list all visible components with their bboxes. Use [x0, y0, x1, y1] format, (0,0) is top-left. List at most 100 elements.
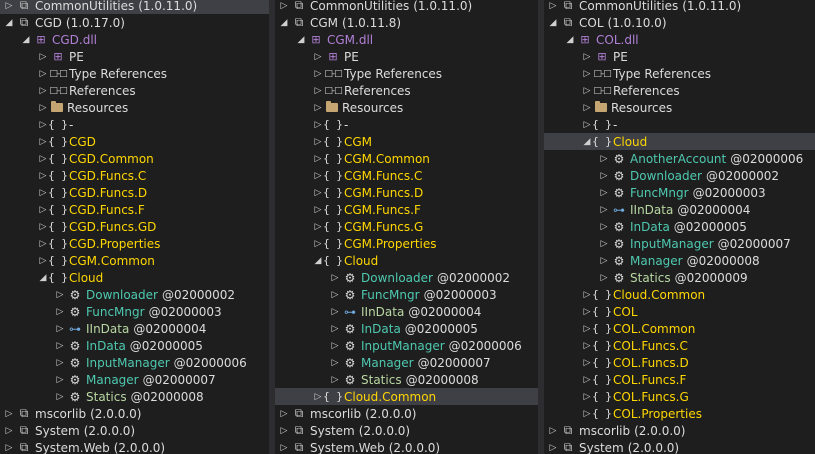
expand-arrow-icon[interactable]: ▷ — [582, 392, 592, 402]
expand-arrow-icon[interactable]: ▷ — [313, 154, 323, 164]
expand-arrow-icon[interactable]: ▷ — [330, 307, 340, 317]
tree-row[interactable]: ▷ ⚙ FuncMngr @02000003 — [544, 184, 815, 201]
tree-row[interactable]: ▷ ⧉ mscorlib (2.0.0.0) — [0, 405, 269, 422]
tree-row[interactable]: ▷{ } CGM.Funcs.C — [275, 167, 538, 184]
expand-arrow-icon[interactable]: ▷ — [313, 69, 323, 79]
expand-arrow-icon[interactable]: ▷ — [548, 1, 558, 11]
tree-row[interactable]: ▷{ } COL.Properties — [544, 405, 815, 422]
expand-arrow-icon[interactable]: ▷ — [599, 171, 609, 181]
tree-row[interactable]: ▷ ⚙ InData @02000005 — [544, 218, 815, 235]
tree-row[interactable]: ▷ ⊶ IInData @02000004 — [275, 303, 538, 320]
expand-arrow-icon[interactable]: ▷ — [548, 426, 558, 436]
collapse-arrow-icon[interactable]: ◢ — [548, 18, 558, 28]
collapse-arrow-icon[interactable]: ◢ — [582, 137, 592, 147]
expand-arrow-icon[interactable]: ▷ — [599, 256, 609, 266]
tree-row[interactable]: ▷ ⚙ AnotherAccount @02000006 — [544, 150, 815, 167]
expand-arrow-icon[interactable]: ▷ — [38, 205, 48, 215]
tree-row[interactable]: ▷{ } CGD.Funcs.F — [0, 201, 269, 218]
tree-row[interactable]: ▷{ } CGM.Properties — [275, 235, 538, 252]
expand-arrow-icon[interactable]: ▷ — [279, 426, 289, 436]
expand-arrow-icon[interactable]: ▷ — [582, 103, 592, 113]
collapse-arrow-icon[interactable]: ◢ — [38, 273, 48, 283]
collapse-arrow-icon[interactable]: ◢ — [279, 18, 289, 28]
tree-row[interactable]: ▷ ⚙ Downloader @02000002 — [275, 269, 538, 286]
tree-row[interactable]: ▷ ⧉ CommonUtilities (1.0.11.0) — [275, 0, 538, 14]
tree-row[interactable]: ▷ ⧉ System.Web (2.0.0.0) — [0, 439, 269, 454]
tree-row[interactable]: ◢ ⧉ CGM (1.0.11.8) — [275, 14, 538, 31]
tree-row[interactable]: ▷{ } CGD.Funcs.C — [0, 167, 269, 184]
assembly-tree-middle[interactable]: ▷ ⧉ CommonUtilities (1.0.11.0) ◢ ⧉ CGM (1.0.11.… — [275, 0, 538, 454]
collapse-arrow-icon[interactable]: ◢ — [4, 18, 14, 28]
expand-arrow-icon[interactable]: ▷ — [38, 154, 48, 164]
tree-row[interactable]: ▷ ⧉ System (2.0.0.0) — [275, 422, 538, 439]
tree-row[interactable]: ◢{ } Cloud — [275, 252, 538, 269]
expand-arrow-icon[interactable]: ▷ — [55, 392, 65, 402]
tree-row[interactable]: ▷{ } COL.Funcs.C — [544, 337, 815, 354]
tree-row[interactable]: ▷ □-□ Type References — [275, 65, 538, 82]
expand-arrow-icon[interactable]: ▷ — [582, 69, 592, 79]
tree-row[interactable]: ▷{ } CGM — [275, 133, 538, 150]
tree-row[interactable]: ▷ ⚙ InputManager @02000006 — [0, 354, 269, 371]
tree-row[interactable]: ▷ □-□ References — [0, 82, 269, 99]
expand-arrow-icon[interactable]: ▷ — [330, 273, 340, 283]
tree-row[interactable]: ▷{ } - — [275, 116, 538, 133]
tree-row[interactable]: ◢{ } Cloud — [0, 269, 269, 286]
expand-arrow-icon[interactable]: ▷ — [582, 375, 592, 385]
expand-arrow-icon[interactable]: ▷ — [582, 341, 592, 351]
expand-arrow-icon[interactable]: ▷ — [4, 426, 14, 436]
expand-arrow-icon[interactable]: ▷ — [599, 154, 609, 164]
tree-row[interactable]: ▷{ } - — [544, 116, 815, 133]
tree-row[interactable]: ◢{ } Cloud — [544, 133, 815, 150]
expand-arrow-icon[interactable]: ▷ — [279, 1, 289, 11]
expand-arrow-icon[interactable]: ▷ — [582, 52, 592, 62]
tree-row[interactable]: ▷ ⊞ PE — [544, 48, 815, 65]
expand-arrow-icon[interactable]: ▷ — [279, 409, 289, 419]
expand-arrow-icon[interactable]: ▷ — [548, 443, 558, 453]
tree-row[interactable]: ▷ ⊞ PE — [275, 48, 538, 65]
expand-arrow-icon[interactable]: ▷ — [582, 409, 592, 419]
expand-arrow-icon[interactable]: ▷ — [599, 239, 609, 249]
tree-row[interactable]: ▷{ } CGM.Funcs.F — [275, 201, 538, 218]
tree-row[interactable]: ▷ ⚙ Statics @02000008 — [0, 388, 269, 405]
expand-arrow-icon[interactable]: ▷ — [38, 103, 48, 113]
tree-row[interactable]: ▷ ⚙ InputManager @02000007 — [544, 235, 815, 252]
expand-arrow-icon[interactable]: ▷ — [38, 137, 48, 147]
tree-row[interactable]: ▷ ⚙ Statics @02000008 — [275, 371, 538, 388]
expand-arrow-icon[interactable]: ▷ — [582, 290, 592, 300]
collapse-arrow-icon[interactable]: ◢ — [565, 35, 575, 45]
tree-row[interactable]: ▷ ⚙ FuncMngr @02000003 — [0, 303, 269, 320]
tree-row[interactable]: ▷ Resources — [275, 99, 538, 116]
expand-arrow-icon[interactable]: ▷ — [313, 171, 323, 181]
tree-row[interactable]: ▷{ } CGD.Properties — [0, 235, 269, 252]
expand-arrow-icon[interactable]: ▷ — [55, 324, 65, 334]
tree-row[interactable]: ▷ □-□ References — [275, 82, 538, 99]
tree-row[interactable]: ▷ ⧉ System (2.0.0.0) — [544, 439, 815, 454]
expand-arrow-icon[interactable]: ▷ — [55, 375, 65, 385]
expand-arrow-icon[interactable]: ▷ — [4, 409, 14, 419]
tree-row[interactable]: ▷ ⊞ PE — [0, 48, 269, 65]
expand-arrow-icon[interactable]: ▷ — [38, 239, 48, 249]
tree-row[interactable]: ▷ ⚙ InData @02000005 — [0, 337, 269, 354]
expand-arrow-icon[interactable]: ▷ — [313, 137, 323, 147]
tree-row[interactable]: ▷{ } - — [0, 116, 269, 133]
tree-row[interactable]: ▷ ⊶ IInData @02000004 — [544, 201, 815, 218]
expand-arrow-icon[interactable]: ▷ — [313, 205, 323, 215]
tree-row[interactable]: ▷ □-□ References — [544, 82, 815, 99]
expand-arrow-icon[interactable]: ▷ — [582, 307, 592, 317]
expand-arrow-icon[interactable]: ▷ — [313, 86, 323, 96]
expand-arrow-icon[interactable]: ▷ — [55, 341, 65, 351]
collapse-arrow-icon[interactable]: ◢ — [296, 35, 306, 45]
tree-row[interactable]: ▷ ⧉ mscorlib (2.0.0.0) — [544, 422, 815, 439]
tree-row[interactable]: ▷ ⧉ CommonUtilities (1.0.11.0) — [0, 0, 269, 14]
tree-row[interactable]: ▷ □-□ Type References — [0, 65, 269, 82]
expand-arrow-icon[interactable]: ▷ — [38, 120, 48, 130]
tree-row[interactable]: ▷ ⧉ System (2.0.0.0) — [0, 422, 269, 439]
tree-row[interactable]: ▷{ } COL.Funcs.F — [544, 371, 815, 388]
tree-row[interactable]: ◢ ⧉ CGD (1.0.17.0) — [0, 14, 269, 31]
expand-arrow-icon[interactable]: ▷ — [313, 222, 323, 232]
tree-row[interactable]: ▷ ⧉ System.Web (2.0.0.0) — [275, 439, 538, 454]
expand-arrow-icon[interactable]: ▷ — [582, 86, 592, 96]
expand-arrow-icon[interactable]: ▷ — [330, 290, 340, 300]
tree-row[interactable]: ▷{ } Cloud.Common — [275, 388, 538, 405]
expand-arrow-icon[interactable]: ▷ — [330, 324, 340, 334]
